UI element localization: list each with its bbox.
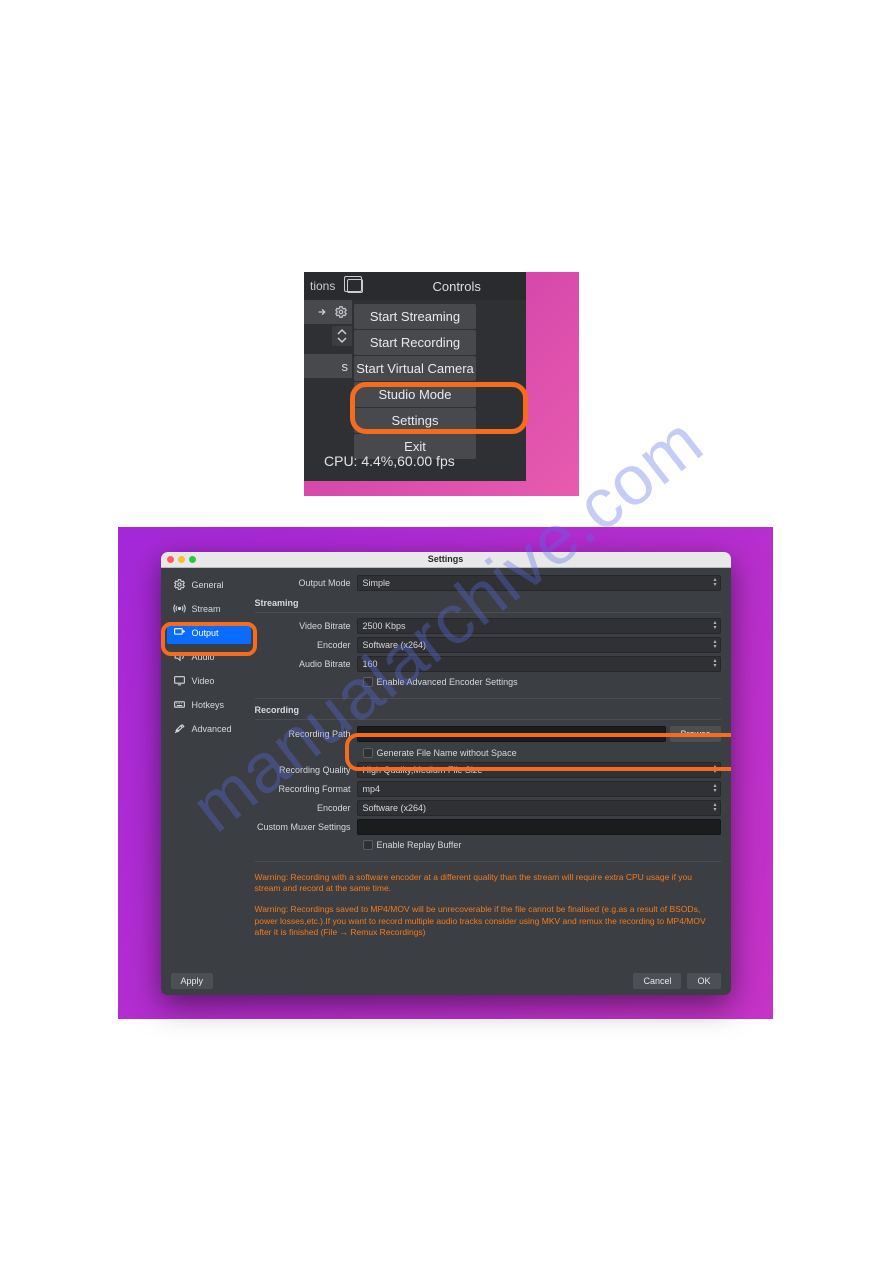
recording-encoder-select[interactable]: Software (x264)▴▾ <box>357 800 721 816</box>
titlebar-fragment: tions <box>310 279 345 293</box>
warning-text-1: Warning: Recording with a software encod… <box>255 872 721 895</box>
audio-bitrate-label: Audio Bitrate <box>255 659 357 669</box>
maximize-icon[interactable] <box>189 556 196 563</box>
gear-icon <box>334 305 348 319</box>
streaming-encoder-select[interactable]: Software (x264)▴▾ <box>357 637 721 653</box>
start-recording-button[interactable]: Start Recording <box>354 330 476 355</box>
sidebar-item-advanced[interactable]: Advanced <box>167 718 251 740</box>
recording-path-input[interactable] <box>357 726 667 742</box>
sidebar-item-label: Hotkeys <box>192 700 225 710</box>
chevron-updown-icon: ▴▾ <box>713 784 716 794</box>
obs-controls-dock: tions Controls s Start Streaming Start R… <box>304 272 526 481</box>
muxer-settings-label: Custom Muxer Settings <box>255 822 357 832</box>
screenshot-settings-window: Settings General Stream Output Audio <box>118 527 773 1019</box>
duplicate-icon <box>347 279 363 293</box>
ok-button[interactable]: OK <box>687 973 720 989</box>
adv-encoder-label: Enable Advanced Encoder Settings <box>377 677 518 687</box>
screenshot-controls-panel: tions Controls s Start Streaming Start R… <box>304 272 579 496</box>
cell-gear[interactable] <box>304 300 352 324</box>
studio-mode-button[interactable]: Studio Mode <box>354 382 476 407</box>
checkbox-icon[interactable] <box>363 748 373 758</box>
checkbox-icon[interactable] <box>363 840 373 850</box>
video-icon <box>173 674 187 688</box>
encoder-label: Encoder <box>255 640 357 650</box>
gen-filename-checkbox-row[interactable]: Generate File Name without Space <box>363 745 721 761</box>
window-title: Settings <box>428 554 464 564</box>
settings-button[interactable]: Settings <box>354 408 476 433</box>
divider <box>255 698 721 699</box>
traffic-lights[interactable] <box>167 556 196 563</box>
cell-s: s <box>304 354 352 378</box>
dialog-footer: Apply Cancel OK <box>161 967 731 995</box>
sidebar-item-label: Output <box>192 628 219 638</box>
apply-button[interactable]: Apply <box>171 973 214 989</box>
recording-quality-label: Recording Quality <box>255 765 357 775</box>
chevron-updown-icon: ▴▾ <box>713 621 716 631</box>
left-mini-controls: s <box>304 300 352 378</box>
audio-bitrate-select[interactable]: 160▴▾ <box>357 656 721 672</box>
start-streaming-button[interactable]: Start Streaming <box>354 304 476 329</box>
arrow-icon <box>316 305 330 319</box>
chevron-updown-icon: ▴▾ <box>713 659 716 669</box>
dock-titlebar: tions Controls <box>304 272 526 300</box>
checkbox-icon[interactable] <box>363 677 373 687</box>
replay-buffer-label: Enable Replay Buffer <box>377 840 462 850</box>
window-titlebar: Settings <box>161 552 731 568</box>
gear-icon <box>173 578 187 592</box>
sidebar-item-stream[interactable]: Stream <box>167 598 251 620</box>
divider <box>255 612 721 613</box>
chevron-updown-icon: ▴▾ <box>713 765 716 775</box>
output-icon <box>173 626 187 640</box>
minimize-icon[interactable] <box>178 556 185 563</box>
cancel-button[interactable]: Cancel <box>633 973 681 989</box>
sidebar-item-hotkeys[interactable]: Hotkeys <box>167 694 251 716</box>
start-virtual-camera-button[interactable]: Start Virtual Camera <box>354 356 476 381</box>
output-mode-label: Output Mode <box>255 578 357 588</box>
controls-header: Controls <box>432 279 480 294</box>
up-down-stepper[interactable] <box>332 326 352 346</box>
chevron-down-icon <box>337 336 347 344</box>
sidebar-item-video[interactable]: Video <box>167 670 251 692</box>
broadcast-icon <box>173 602 187 616</box>
sidebar-item-audio[interactable]: Audio <box>167 646 251 668</box>
recording-format-label: Recording Format <box>255 784 357 794</box>
close-icon[interactable] <box>167 556 174 563</box>
adv-encoder-checkbox-row[interactable]: Enable Advanced Encoder Settings <box>363 674 721 690</box>
settings-sidebar: General Stream Output Audio Video <box>161 568 251 967</box>
recording-quality-select[interactable]: High Quality,Medium File Size▴▾ <box>357 762 721 778</box>
browse-button[interactable]: Browse <box>670 726 720 742</box>
replay-buffer-checkbox-row[interactable]: Enable Replay Buffer <box>363 837 721 853</box>
divider <box>255 719 721 720</box>
streaming-header: Streaming <box>255 598 721 608</box>
muxer-settings-input[interactable] <box>357 819 721 835</box>
divider <box>255 861 721 862</box>
status-bar: CPU: 4.4%,60.00 fps <box>324 453 455 469</box>
recording-encoder-label: Encoder <box>255 803 357 813</box>
keyboard-icon <box>173 698 187 712</box>
recording-path-label: Recording Path <box>255 729 357 739</box>
chevron-updown-icon: ▴▾ <box>713 578 716 588</box>
video-bitrate-label: Video Bitrate <box>255 621 357 631</box>
sidebar-item-general[interactable]: General <box>167 574 251 596</box>
recording-header: Recording <box>255 705 721 715</box>
sidebar-item-label: General <box>192 580 224 590</box>
settings-content: Output Mode Simple▴▾ Streaming Video Bit… <box>251 568 731 967</box>
output-mode-select[interactable]: Simple▴▾ <box>357 575 721 591</box>
chevron-updown-icon: ▴▾ <box>713 803 716 813</box>
video-bitrate-input[interactable]: 2500 Kbps▴▾ <box>357 618 721 634</box>
sidebar-item-label: Audio <box>192 652 215 662</box>
settings-window: Settings General Stream Output Audio <box>161 552 731 995</box>
sidebar-item-label: Video <box>192 676 215 686</box>
tools-icon <box>173 722 187 736</box>
sidebar-item-output[interactable]: Output <box>167 622 251 644</box>
recording-format-select[interactable]: mp4▴▾ <box>357 781 721 797</box>
sidebar-item-label: Stream <box>192 604 221 614</box>
audio-icon <box>173 650 187 664</box>
chevron-up-icon <box>337 328 347 336</box>
chevron-updown-icon: ▴▾ <box>713 640 716 650</box>
sidebar-item-label: Advanced <box>192 724 232 734</box>
warning-text-2: Warning: Recordings saved to MP4/MOV wil… <box>255 904 721 938</box>
gen-filename-label: Generate File Name without Space <box>377 748 517 758</box>
